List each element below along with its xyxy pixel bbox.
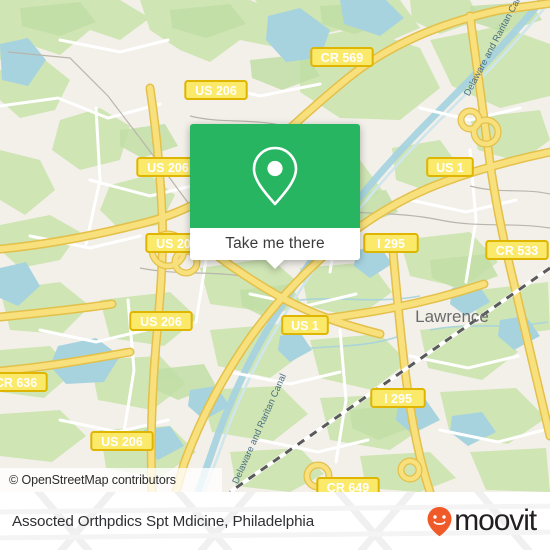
take-me-there-callout[interactable]: Take me there (190, 124, 360, 269)
road-shield-label: US 206 (140, 315, 182, 329)
road-shield-label: US 206 (147, 161, 189, 175)
road-shield-label: CR 533 (496, 244, 538, 258)
map-pin-icon (252, 146, 298, 206)
callout-image-area (190, 124, 360, 228)
road-shield-label: US 206 (195, 84, 237, 98)
road-shield: US 206 (184, 80, 248, 100)
place-label-lawrence: Lawrence (415, 307, 489, 326)
callout-pointer (265, 259, 285, 269)
moovit-wordmark: moovit (454, 504, 537, 537)
screenshot-root: Lawrence Delaware and Raritan Canal Dela… (0, 0, 550, 550)
moovit-logo[interactable]: moovit (426, 504, 537, 537)
place-title: Assocted Orthpdics Spt Mdicine, Philadel… (12, 512, 315, 530)
road-shield-label: I 295 (384, 392, 412, 406)
road-shield: CR 636 (0, 372, 48, 392)
callout-action-bar[interactable]: Take me there (190, 228, 360, 269)
svg-text:Lawrence: Lawrence (415, 307, 489, 326)
road-shield-label: CR 636 (0, 376, 37, 390)
footer-bar: Assocted Orthpdics Spt Mdicine, Philadel… (0, 492, 550, 550)
road-shield: US 206 (90, 431, 154, 451)
road-shield: I 295 (363, 233, 419, 253)
road-shield-label: CR 649 (327, 481, 369, 492)
osm-attribution: © OpenStreetMap contributors (0, 468, 222, 492)
road-shield-label: US 1 (436, 161, 464, 175)
take-me-there-label: Take me there (225, 235, 325, 252)
road-shield-label: US 206 (101, 435, 143, 449)
road-shield: I 295 (370, 388, 426, 408)
road-shield: CR 533 (485, 240, 549, 260)
road-shield: US 1 (281, 315, 329, 335)
road-shield: CR 569 (310, 47, 374, 67)
road-shield-label: I 295 (377, 237, 405, 251)
road-shield: CR 649 (316, 477, 380, 492)
road-shield: US 206 (129, 311, 193, 331)
road-shield-label: US 1 (291, 319, 319, 333)
road-shield: US 1 (426, 157, 474, 177)
moovit-pin-icon (427, 506, 452, 536)
road-shield-label: CR 569 (321, 51, 363, 65)
